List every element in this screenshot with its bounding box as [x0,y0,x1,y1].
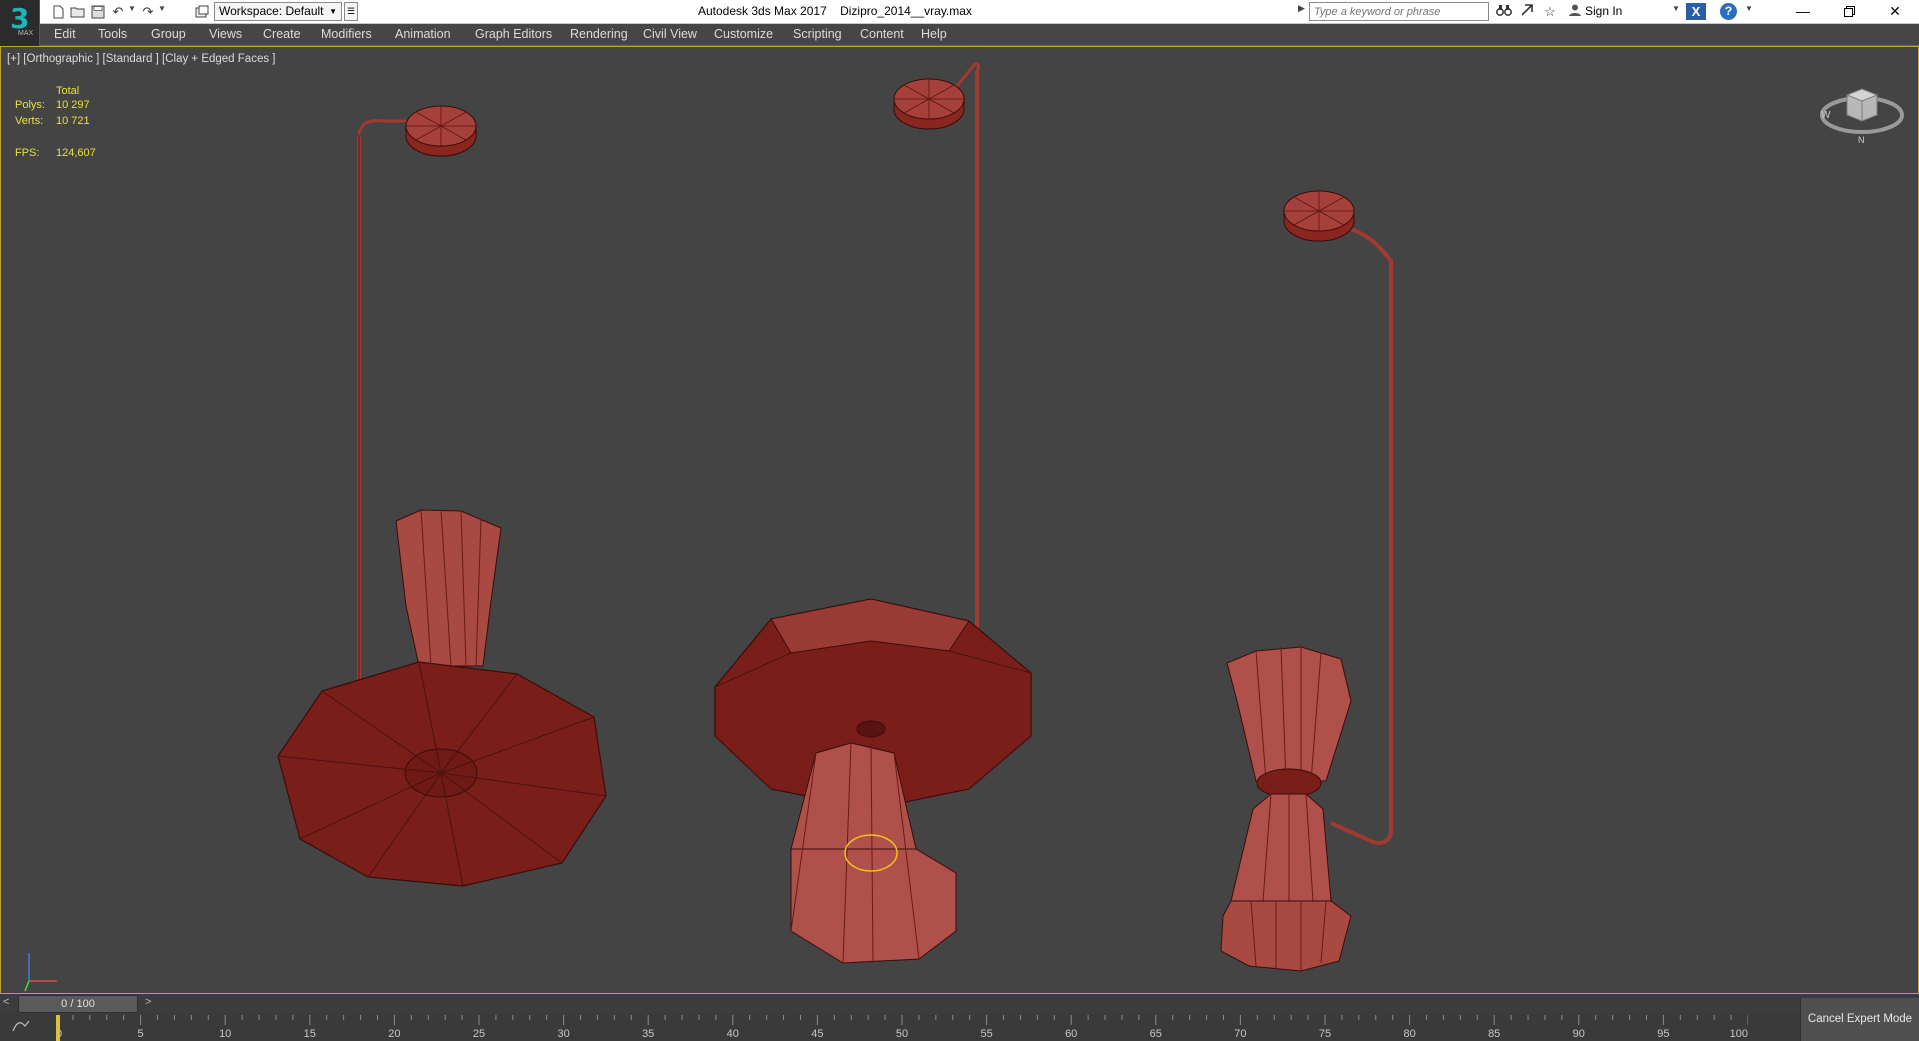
menu-graph-editors[interactable]: Graph Editors [475,27,552,41]
menu-rendering[interactable]: Rendering [570,27,628,41]
scene-geometry[interactable] [1,47,1918,993]
stats-verts-label: Verts: [15,115,44,127]
stats-total-header: Total [56,85,80,97]
help-icon[interactable]: ? [1720,3,1737,20]
search-expand-icon[interactable]: ▶ [1298,3,1305,14]
perspective-viewport[interactable]: [+] [Orthographic ] [Standard ] [Clay + … [0,46,1919,994]
ruler-tick-label: 50 [896,1028,908,1040]
user-icon[interactable] [1565,3,1585,21]
favorites-star-icon[interactable]: ☆ [1540,3,1560,21]
ruler-tick-label: 10 [219,1028,231,1040]
viewcube-west-label: W [1821,110,1831,121]
axis-tripod-icon [24,953,57,992]
ruler-tick-label: 45 [811,1028,823,1040]
time-slider[interactable]: 0 / 100 [18,995,138,1013]
menu-views[interactable]: Views [209,27,242,41]
stats-fps-value: 124,607 [56,147,96,159]
ruler-tick-label: 65 [1150,1028,1162,1040]
workspace-selector[interactable]: Workspace: Default ▼ [214,2,342,21]
cancel-expert-mode-button[interactable]: Cancel Expert Mode [1800,998,1919,1041]
ruler-tick-label: 30 [557,1028,569,1040]
close-icon[interactable]: ✕ [1872,0,1918,24]
lamp-right[interactable] [1220,190,1393,972]
curve-editor-icon[interactable] [12,1020,30,1035]
lamp-center[interactable] [714,62,1032,964]
stats-verts-value: 10 721 [56,115,90,127]
menu-create[interactable]: Create [263,27,301,41]
viewcube-north-label: N [1858,135,1865,145]
save-icon[interactable] [88,3,108,21]
menu-animation[interactable]: Animation [395,27,451,41]
ruler-tick-label: 25 [473,1028,485,1040]
title-bar: 3 MAX ↶ ▼ ↷ ▼ Workspace: Default ▼ ☰ Aut… [0,0,1919,46]
undo-dropdown-icon[interactable]: ▼ [128,4,136,13]
menu-bar: Edit Tools Group Views Create Modifiers … [0,24,1919,46]
workspace-label: Workspace: Default [219,4,324,18]
workspace-menu-icon[interactable]: ☰ [344,2,358,21]
help-dropdown-icon[interactable]: ▼ [1745,4,1753,13]
restore-icon[interactable] [1826,0,1872,24]
frame-ruler[interactable]: 0510152025303540455055606570758085909510… [56,1015,1748,1041]
binoculars-icon[interactable] [1494,3,1514,21]
ruler-tick-label: 5 [138,1028,144,1040]
redo-dropdown-icon[interactable]: ▼ [158,4,166,13]
previous-frame-button[interactable]: < [3,996,9,1008]
stats-polys-label: Polys: [15,99,45,111]
ruler-tick-label: 70 [1234,1028,1246,1040]
ruler-tick-label: 95 [1657,1028,1669,1040]
viewport-label[interactable]: [+] [Orthographic ] [Standard ] [Clay + … [7,53,275,65]
ruler-tick-label: 100 [1730,1028,1748,1040]
menu-help[interactable]: Help [921,27,947,41]
new-file-icon[interactable] [48,3,68,21]
project-folder-icon[interactable] [192,3,212,21]
redo-icon[interactable]: ↷ [138,3,158,21]
search-input[interactable] [1309,2,1489,21]
lamp-left[interactable] [277,105,607,887]
sign-in-dropdown-icon[interactable]: ▼ [1672,4,1680,13]
ruler-tick-label: 55 [980,1028,992,1040]
menu-group[interactable]: Group [151,27,186,41]
undo-icon[interactable]: ↶ [108,3,128,21]
next-frame-button[interactable]: > [145,996,151,1008]
menu-scripting[interactable]: Scripting [793,27,842,41]
menu-modifiers[interactable]: Modifiers [321,27,372,41]
window-title: Autodesk 3ds Max 2017 Dizipro_2014__vray… [698,4,972,18]
current-frame-marker[interactable] [56,1015,60,1041]
logo-sub: MAX [18,30,34,37]
ruler-tick-label: 35 [642,1028,654,1040]
menu-content[interactable]: Content [860,27,904,41]
ruler-tick-label: 20 [388,1028,400,1040]
exchange-apps-icon[interactable]: X [1686,3,1706,20]
menu-edit[interactable]: Edit [54,27,76,41]
time-slider-bar: < 0 / 100 > [0,994,1919,1014]
file-name: Dizipro_2014__vray.max [840,4,972,18]
stats-polys-value: 10 297 [56,99,90,111]
ruler-tick-label: 85 [1488,1028,1500,1040]
ruler-tick-label: 60 [1065,1028,1077,1040]
viewcube-icon[interactable]: W N [1817,77,1907,147]
ruler-tick-label: 40 [727,1028,739,1040]
app-name: Autodesk 3ds Max 2017 [698,4,827,18]
ruler-tick-label: 80 [1403,1028,1415,1040]
menu-customize[interactable]: Customize [714,27,773,41]
minimize-icon[interactable]: — [1780,0,1826,24]
sign-in-link[interactable]: Sign In [1585,4,1622,18]
ruler-tick-label: 90 [1573,1028,1585,1040]
subscription-icon[interactable] [1517,3,1537,21]
menu-civil-view[interactable]: Civil View [643,27,697,41]
ruler-tick-label: 75 [1319,1028,1331,1040]
app-logo[interactable]: 3 MAX [0,0,40,46]
stats-fps-label: FPS: [15,147,40,159]
ruler-tick-label: 15 [304,1028,316,1040]
track-bar[interactable]: 0510152025303540455055606570758085909510… [0,1014,1919,1041]
menu-tools[interactable]: Tools [98,27,127,41]
open-file-icon[interactable] [68,3,88,21]
chevron-down-icon: ▼ [329,7,337,16]
